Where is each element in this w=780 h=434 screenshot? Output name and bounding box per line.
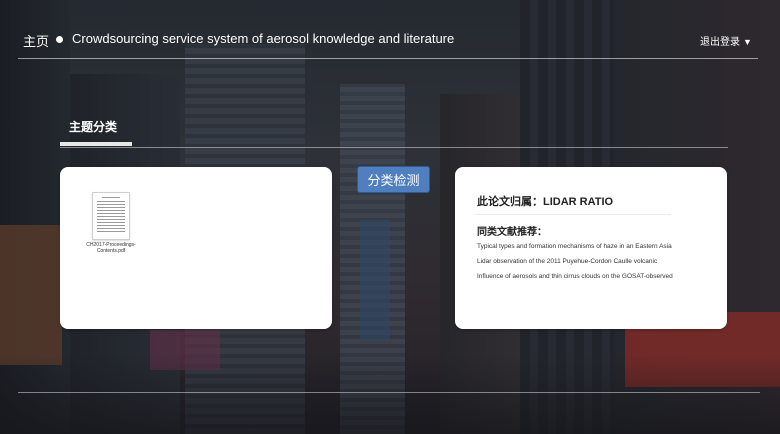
classify-detect-button[interactable]: 分类检测 bbox=[357, 166, 430, 193]
file-name: CH2017-Proceedings-Contents.pdf bbox=[86, 242, 136, 254]
page: 主页 Crowdsourcing service system of aeros… bbox=[0, 0, 780, 434]
footer-divider bbox=[18, 392, 760, 393]
section-active-underline bbox=[60, 142, 132, 146]
classification-result: 此论文归属：LIDAR RATIO bbox=[477, 196, 614, 208]
similar-papers-list: Typical types and formation mechanisms o… bbox=[477, 239, 673, 284]
pdf-document-icon bbox=[92, 192, 130, 240]
header-divider bbox=[18, 58, 758, 59]
similar-paper-item[interactable]: Typical types and formation mechanisms o… bbox=[477, 239, 673, 254]
result-divider bbox=[475, 214, 671, 215]
result-panel: 此论文归属：LIDAR RATIO 同类文献推荐： Typical types … bbox=[455, 167, 727, 329]
home-link[interactable]: 主页 bbox=[23, 31, 49, 50]
site-title: Crowdsourcing service system of aerosol … bbox=[72, 31, 455, 46]
file-item[interactable]: CH2017-Proceedings-Contents.pdf bbox=[86, 192, 136, 254]
section-title: 主题分类 bbox=[69, 120, 118, 134]
caret-down-icon: ▼ bbox=[743, 37, 752, 47]
section-divider bbox=[60, 147, 728, 148]
logout-label: 退出登录 bbox=[700, 37, 740, 48]
top-header: 主页 Crowdsourcing service system of aeros… bbox=[0, 0, 780, 58]
similar-paper-item[interactable]: Lidar observation of the 2011 Puyehue-Co… bbox=[477, 254, 673, 269]
similar-papers-title: 同类文献推荐： bbox=[477, 227, 547, 238]
logout-menu[interactable]: 退出登录 ▼ bbox=[700, 33, 752, 48]
bullet-dot-icon bbox=[56, 36, 63, 43]
similar-paper-item[interactable]: Influence of aerosols and thin cirrus cl… bbox=[477, 269, 673, 284]
upload-panel: CH2017-Proceedings-Contents.pdf bbox=[60, 167, 332, 329]
